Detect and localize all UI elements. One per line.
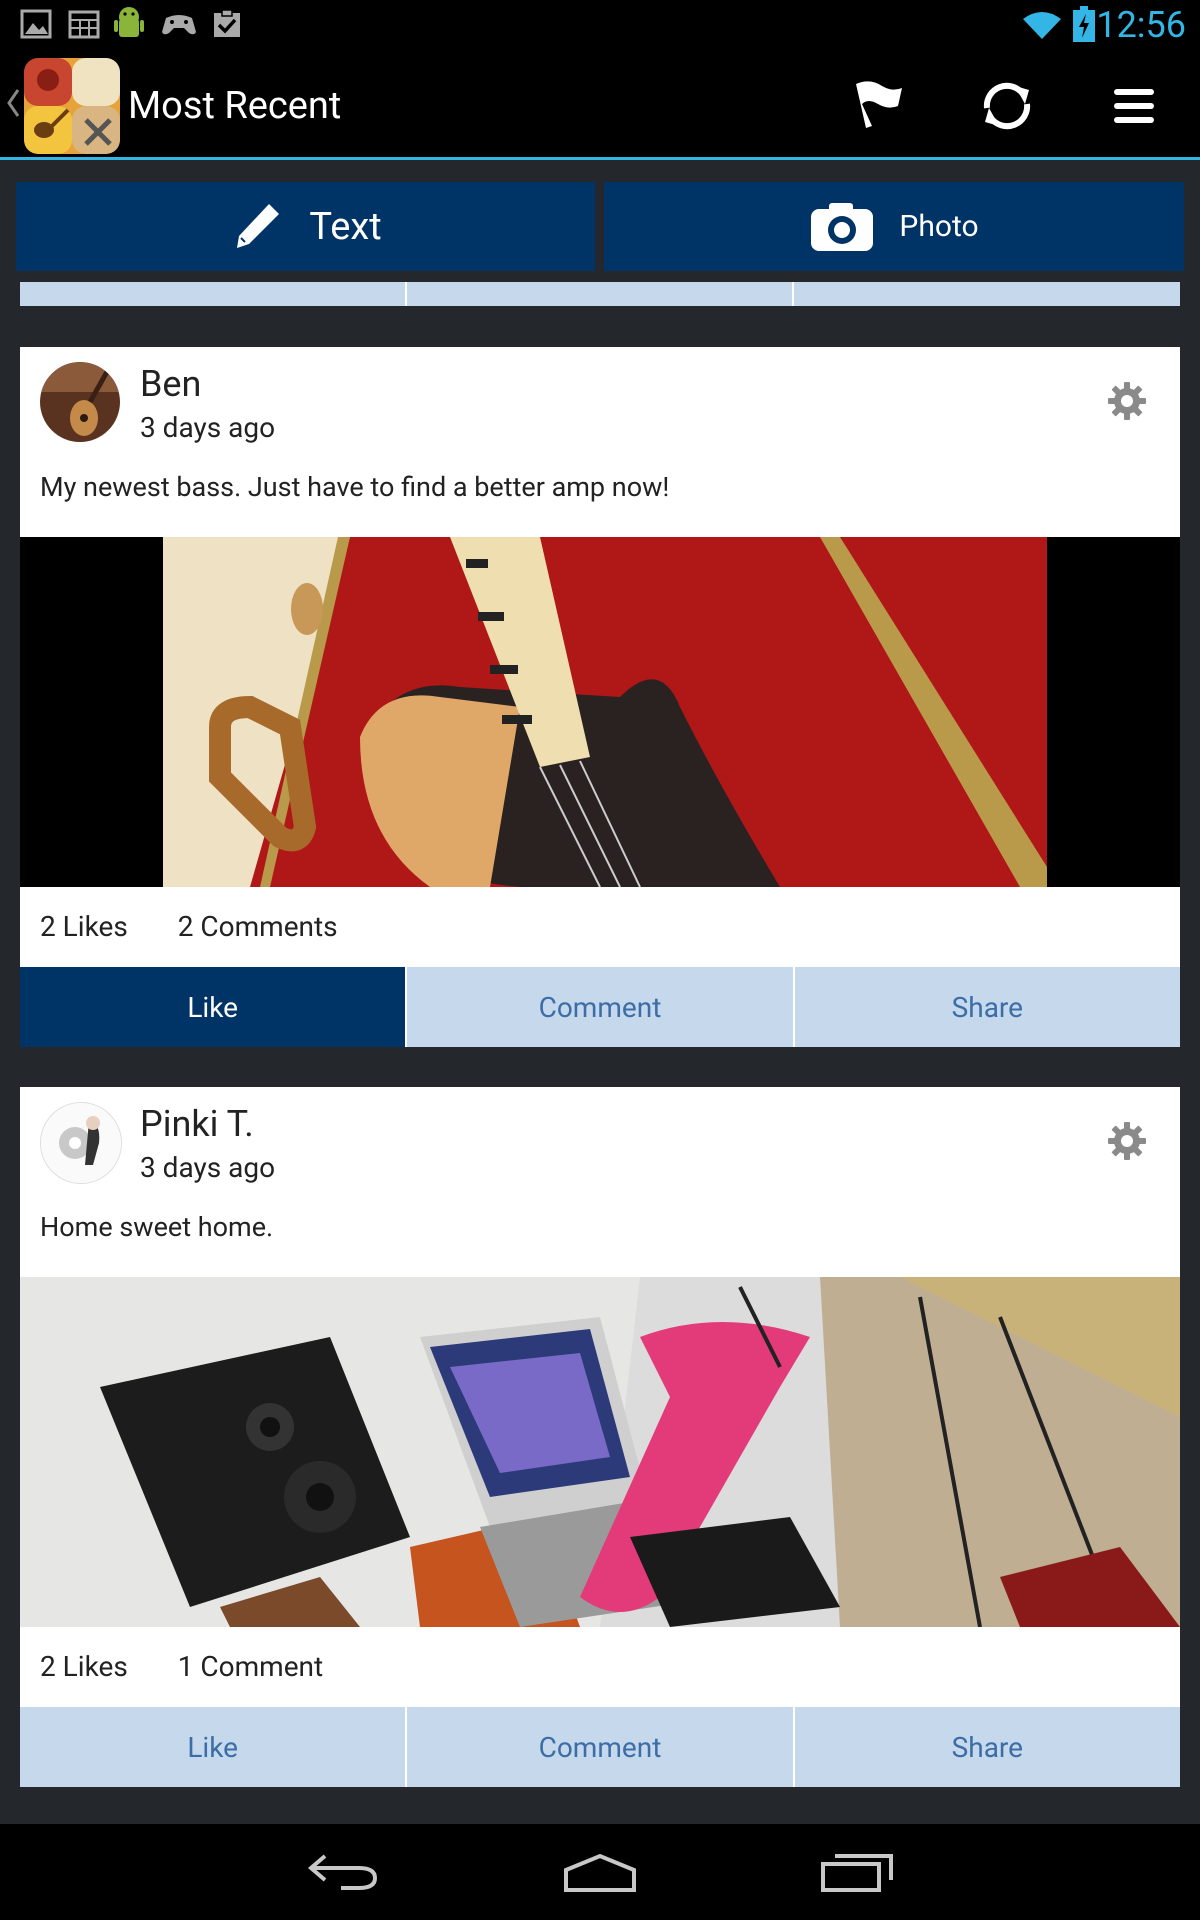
android-icon xyxy=(114,7,144,37)
post-actions: Like Comment Share xyxy=(20,1707,1180,1787)
action-bar: Most Recent xyxy=(0,50,1200,160)
comment-button[interactable]: Comment xyxy=(405,967,793,1047)
comment-button[interactable]: Comment xyxy=(405,1707,793,1787)
wifi-icon xyxy=(1023,12,1061,39)
post-time: 3 days ago xyxy=(140,411,276,444)
back-caret-icon[interactable] xyxy=(6,88,20,118)
navigation-bar xyxy=(0,1824,1200,1920)
battery-icon xyxy=(1073,6,1095,42)
image-icon xyxy=(20,9,52,39)
gamepad-icon xyxy=(162,15,196,35)
post-card: Pinki T. 3 days ago Home sweet home. 2 L… xyxy=(20,1087,1180,1787)
share-button[interactable]: Share xyxy=(792,967,1180,1047)
post-card: Ben 3 days ago My newest bass. Just have… xyxy=(20,347,1180,1047)
post-text-button[interactable]: Text xyxy=(16,182,595,271)
author-name[interactable]: Ben xyxy=(140,363,201,405)
pencil-icon xyxy=(237,203,280,248)
share-button[interactable]: Share xyxy=(792,1707,1180,1787)
refresh-icon[interactable] xyxy=(975,74,1039,138)
task-icon xyxy=(214,9,240,37)
recent-apps-icon[interactable] xyxy=(817,1850,897,1894)
post-text: My newest bass. Just have to find a bett… xyxy=(40,471,670,503)
gear-icon[interactable] xyxy=(1107,1121,1147,1161)
post-photo[interactable] xyxy=(20,1277,1180,1627)
post-actions: Like Comment Share xyxy=(20,967,1180,1047)
comments-count[interactable]: 1 Comment xyxy=(178,1650,323,1683)
avatar[interactable] xyxy=(40,362,120,442)
like-button[interactable]: Like xyxy=(20,967,406,1047)
gear-icon[interactable] xyxy=(1107,381,1147,421)
post-text-label: Text xyxy=(309,204,382,249)
action-bar-divider xyxy=(0,157,1200,160)
camera-icon xyxy=(811,202,874,251)
post-time: 3 days ago xyxy=(140,1151,276,1184)
calendar-icon xyxy=(68,10,100,39)
home-icon[interactable] xyxy=(560,1850,640,1894)
post-text: Home sweet home. xyxy=(40,1211,274,1243)
page-title: Most Recent xyxy=(128,84,342,128)
clock: 12:56 xyxy=(1096,4,1186,46)
post-photo-button[interactable]: Photo xyxy=(604,182,1184,271)
partial-action-bar xyxy=(20,282,1180,306)
menu-icon[interactable] xyxy=(1104,74,1168,138)
avatar[interactable] xyxy=(40,1102,122,1184)
post-photo[interactable] xyxy=(20,537,1180,887)
flag-icon[interactable] xyxy=(846,74,910,138)
likes-count[interactable]: 2 Likes xyxy=(40,910,128,943)
back-icon[interactable] xyxy=(303,1850,383,1894)
app-logo[interactable] xyxy=(24,58,120,154)
likes-count[interactable]: 2 Likes xyxy=(40,1650,128,1683)
author-name[interactable]: Pinki T. xyxy=(140,1103,254,1145)
comments-count[interactable]: 2 Comments xyxy=(178,910,338,943)
post-stats: 2 Likes 2 Comments xyxy=(40,910,338,943)
post-stats: 2 Likes 1 Comment xyxy=(40,1650,323,1683)
like-button[interactable]: Like xyxy=(20,1707,406,1787)
status-bar: 12:56 xyxy=(0,0,1200,50)
post-photo-label: Photo xyxy=(899,209,979,244)
